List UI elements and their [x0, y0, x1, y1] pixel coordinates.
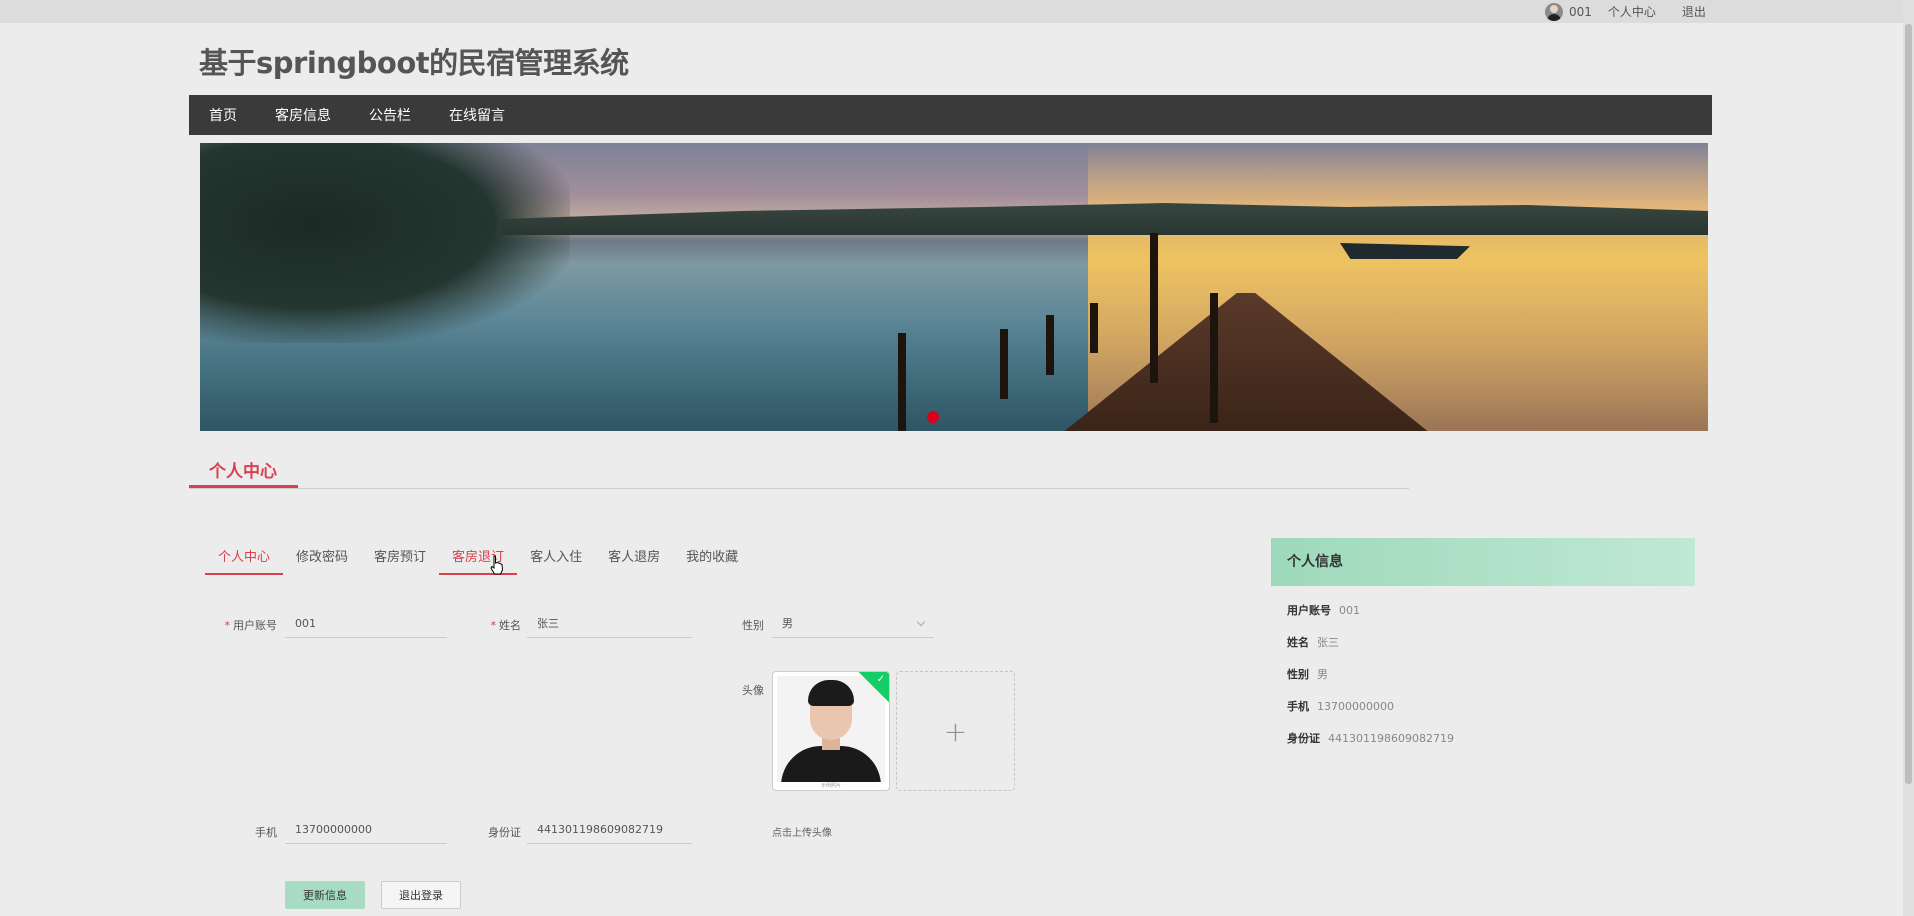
banner-pier-post [898, 333, 906, 431]
info-row-account: 用户账号 001 [1287, 602, 1360, 618]
top-user-area: 001 个人中心 退出 [1545, 1, 1732, 22]
info-row-name: 姓名 张三 [1287, 634, 1339, 650]
profile-tabs: 个人中心 修改密码 客房预订 客房退订 客人入住 客人退房 我的收藏 [205, 546, 751, 575]
gender-label: 性别 [742, 619, 764, 632]
phone-input[interactable]: 13700000000 [285, 816, 447, 844]
plus-icon: + [943, 714, 968, 748]
section-title: 个人中心 [209, 462, 277, 482]
idcard-input[interactable]: 441301198609082719 [527, 816, 692, 844]
name-input[interactable]: 张三 [527, 610, 692, 638]
tab-check-out[interactable]: 客人退房 [595, 546, 673, 573]
account-label: * 用户账号 [224, 619, 278, 632]
avatar-shirt [781, 746, 881, 782]
nav-item-rooms[interactable]: 客房信息 [275, 105, 331, 125]
page-scrollbar[interactable] [1903, 0, 1914, 916]
top-bar: 001 个人中心 退出 [0, 0, 1914, 23]
info-label: 用户账号 [1287, 604, 1331, 617]
banner-trees [200, 143, 570, 343]
main-nav: 首页 客房信息 公告栏 在线留言 [189, 95, 1712, 135]
carousel-dot-icon[interactable] [927, 411, 939, 423]
info-label: 身份证 [1287, 732, 1320, 745]
info-label: 姓名 [1287, 636, 1309, 649]
top-username: 001 [1569, 4, 1592, 19]
upload-tip[interactable]: 点击上传头像 [772, 824, 832, 839]
check-icon: ✓ [876, 674, 885, 685]
hand-cursor-icon [490, 555, 504, 575]
nav-item-home[interactable]: 首页 [209, 105, 237, 125]
avatar-label: 头像 [742, 684, 764, 697]
profile-link[interactable]: 个人中心 [1608, 3, 1656, 20]
info-row-gender: 性别男 [1287, 666, 1328, 682]
gender-value: 男 [782, 617, 793, 630]
info-row-phone: 手机 13700000000 [1287, 698, 1394, 714]
avatar-upload-button[interactable]: + [896, 671, 1015, 791]
info-value: 张三 [1317, 636, 1339, 649]
scrollbar-thumb[interactable] [1905, 24, 1912, 784]
personal-info-card: 个人信息 用户账号 001 姓名 张三 性别男 手机 13700000000 身份证 4… [1271, 538, 1695, 745]
update-info-button[interactable]: 更新信息 [285, 881, 365, 909]
nav-item-messages[interactable]: 在线留言 [449, 105, 505, 125]
banner-pier-post [1210, 293, 1218, 423]
tab-change-password[interactable]: 修改密码 [283, 546, 361, 573]
site-title: 基于springboot的民宿管理系统 [199, 46, 629, 80]
logout-button[interactable]: 退出登录 [381, 881, 461, 909]
info-value: 441301198609082719 [1328, 732, 1454, 745]
avatar-preview[interactable]: ✓ 示例照片 [772, 671, 890, 791]
tab-room-booking[interactable]: 客房预订 [361, 546, 439, 573]
info-value: 男 [1317, 668, 1328, 681]
idcard-label: 身份证 [488, 826, 521, 839]
avatar-photo [777, 676, 885, 782]
tab-check-in[interactable]: 客人入住 [517, 546, 595, 573]
info-card-title: 个人信息 [1271, 538, 1695, 586]
banner-pier-post [1150, 233, 1158, 383]
user-avatar-icon [1545, 2, 1563, 21]
name-label: * 姓名 [490, 619, 522, 632]
banner-carousel[interactable] [200, 143, 1708, 431]
info-label: 性别 [1287, 668, 1309, 681]
info-row-idcard: 身份证 441301198609082719 [1287, 730, 1454, 746]
tab-profile[interactable]: 个人中心 [205, 546, 284, 575]
info-label: 手机 [1287, 700, 1309, 713]
info-value: 001 [1339, 604, 1360, 617]
gender-select[interactable]: 男 [772, 610, 934, 638]
account-input[interactable]: 001 [285, 610, 447, 638]
banner-pier-post [1000, 329, 1008, 399]
avatar-hair [808, 680, 854, 706]
tab-room-cancel[interactable]: 客房退订 [439, 546, 518, 575]
nav-item-notices[interactable]: 公告栏 [369, 105, 411, 125]
avatar-caption: 示例照片 [820, 783, 841, 789]
banner-pier-post [1090, 303, 1098, 353]
section-divider [189, 488, 1409, 489]
logout-link[interactable]: 退出 [1682, 3, 1706, 20]
banner-pier-post [1046, 315, 1054, 375]
tab-favorites[interactable]: 我的收藏 [673, 546, 751, 573]
info-value: 13700000000 [1317, 700, 1394, 713]
chevron-down-icon [916, 617, 926, 627]
phone-label: 手机 [255, 826, 277, 839]
